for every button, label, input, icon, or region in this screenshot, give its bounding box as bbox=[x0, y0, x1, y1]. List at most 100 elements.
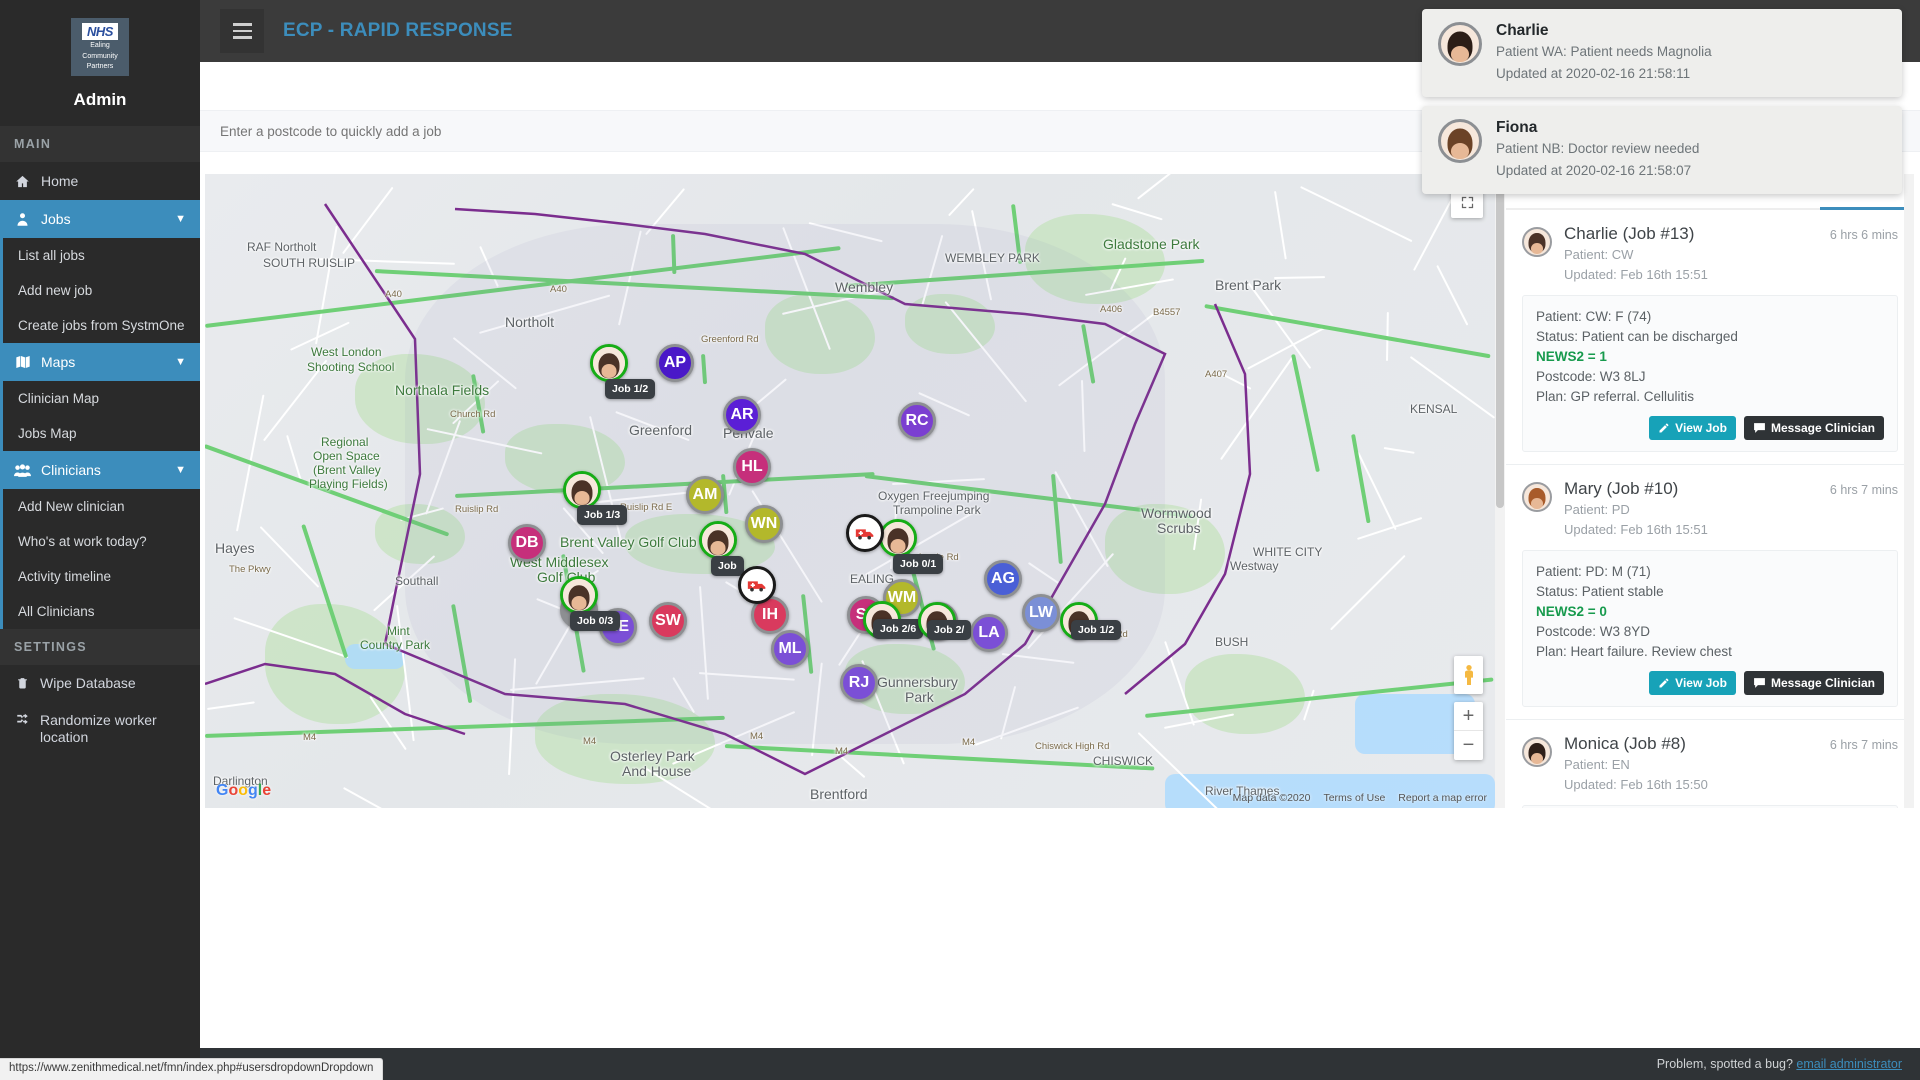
sidebar-item-list-all-jobs[interactable]: List all jobs bbox=[3, 238, 200, 273]
map-zoom-in-button[interactable]: + bbox=[1454, 702, 1483, 731]
map-clinician-marker[interactable]: RC bbox=[898, 402, 936, 440]
map-clinician-marker[interactable]: AR bbox=[723, 396, 761, 434]
sidebar-item-wipe-database[interactable]: Wipe Database bbox=[0, 665, 200, 702]
view-job-button[interactable]: View Job bbox=[1649, 671, 1736, 695]
sidebar-item-create-jobs-systmone[interactable]: Create jobs from SystmOne bbox=[3, 308, 200, 343]
clinician-avatar bbox=[1522, 737, 1552, 767]
map-label: Gladstone Park bbox=[1103, 236, 1200, 252]
map-label: Brentford bbox=[810, 786, 868, 802]
map-job-count-tag[interactable]: Job 2/6 bbox=[873, 619, 924, 639]
sidebar-section-settings: SETTINGS bbox=[0, 629, 200, 665]
sidebar-item-randomize-worker-location[interactable]: Randomize worker location bbox=[0, 702, 200, 756]
job-card[interactable]: Monica (Job #8) Patient: EN Updated: Feb… bbox=[1506, 720, 1914, 808]
map-zoom-out-button[interactable]: − bbox=[1454, 731, 1483, 760]
sidebar-item-jobs-map[interactable]: Jobs Map bbox=[3, 416, 200, 451]
sidebar-item-label: Wipe Database bbox=[40, 675, 136, 691]
sidebar-item-whos-at-work-today[interactable]: Who's at work today? bbox=[3, 524, 200, 559]
map-clinician-photo-marker[interactable] bbox=[699, 521, 737, 559]
map-label: Northolt bbox=[505, 314, 555, 330]
map-clinician-photo-marker[interactable] bbox=[560, 576, 598, 614]
map-clinician-marker[interactable]: LW bbox=[1022, 594, 1060, 632]
avatar bbox=[593, 347, 625, 379]
map-job-count-tag[interactable]: Job 2/ bbox=[927, 620, 972, 640]
map-label: Playing Fields) bbox=[309, 477, 388, 491]
map-job-count-tag[interactable]: Job 1/2 bbox=[1071, 620, 1122, 640]
map-clinician-marker[interactable]: AP bbox=[656, 344, 694, 382]
avatar bbox=[882, 522, 914, 554]
map-ambulance-marker[interactable] bbox=[738, 566, 776, 604]
job-detail-postcode: Postcode: W3 8YD bbox=[1536, 624, 1651, 639]
map-clinician-photo-marker[interactable] bbox=[879, 519, 917, 557]
jobs-panel-scrollbar[interactable] bbox=[1904, 174, 1914, 808]
jobs-panel-active-tab-indicator[interactable] bbox=[1820, 207, 1904, 210]
terms-of-use-link[interactable]: Terms of Use bbox=[1323, 792, 1385, 804]
sidebar-toggle-button[interactable] bbox=[220, 9, 264, 53]
map-ambulance-marker[interactable] bbox=[846, 514, 884, 552]
map-label: Regional bbox=[321, 435, 369, 449]
sidebar-item-label: Randomize worker location bbox=[40, 712, 157, 745]
map-scrollbar-thumb[interactable] bbox=[1496, 178, 1504, 508]
map-scrollbar[interactable] bbox=[1495, 174, 1505, 808]
job-detail-status: Status: Patient can be discharged bbox=[1536, 329, 1738, 344]
report-map-error-link[interactable]: Report a map error bbox=[1398, 792, 1487, 804]
map-label: West London bbox=[311, 345, 382, 359]
chevron-down-icon: ▼ bbox=[175, 213, 186, 225]
map-clinician-photo-marker[interactable] bbox=[563, 471, 601, 509]
map-clinician-marker[interactable]: ML bbox=[771, 630, 809, 668]
sidebar-item-add-new-job[interactable]: Add new job bbox=[3, 273, 200, 308]
map-label: Country Park bbox=[360, 638, 431, 652]
notification-avatar bbox=[1438, 119, 1482, 163]
map-clinician-marker[interactable]: RJ bbox=[840, 664, 878, 702]
sidebar-item-maps[interactable]: Maps ▼ bbox=[0, 343, 200, 381]
job-card-actions: View Job Message Clinician bbox=[1536, 416, 1884, 440]
job-updated: Updated: Feb 16th 15:51 bbox=[1564, 522, 1708, 537]
burger-line bbox=[232, 29, 252, 33]
home-icon bbox=[14, 174, 31, 189]
map-clinician-photo-marker[interactable] bbox=[590, 344, 628, 382]
map-label: A406 bbox=[1100, 304, 1123, 315]
sidebar-item-activity-timeline[interactable]: Activity timeline bbox=[3, 559, 200, 594]
job-title: Monica (Job #8) bbox=[1564, 734, 1686, 753]
edit-icon bbox=[1659, 423, 1669, 433]
map-clinician-marker[interactable]: HL bbox=[733, 448, 771, 486]
map-clinician-marker[interactable]: DB bbox=[508, 524, 546, 562]
sidebar-item-add-new-clinician[interactable]: Add New clinician bbox=[3, 489, 200, 524]
map-label: A40 bbox=[385, 289, 402, 300]
sidebar-item-clinician-map[interactable]: Clinician Map bbox=[3, 381, 200, 416]
jobs-map[interactable]: RAF Northolt SOUTH RUISLIP Northolt Northal… bbox=[205, 174, 1495, 808]
map-zoom-controls[interactable]: + − bbox=[1454, 702, 1483, 760]
sidebar-item-clinicians[interactable]: Clinicians ▼ bbox=[0, 451, 200, 489]
street-view-pegman[interactable] bbox=[1454, 656, 1483, 694]
job-patient-initials: Patient: PD bbox=[1564, 502, 1630, 517]
message-clinician-button[interactable]: Message Clinician bbox=[1743, 671, 1884, 695]
sidebar-item-jobs[interactable]: Jobs ▼ bbox=[0, 200, 200, 238]
notification-item[interactable]: Fiona Patient NB: Doctor review needed U… bbox=[1422, 106, 1902, 194]
map-clinician-marker[interactable]: AM bbox=[686, 476, 724, 514]
map-clinician-marker[interactable]: LA bbox=[970, 614, 1008, 652]
sidebar-item-all-clinicians[interactable]: All Clinicians bbox=[3, 594, 200, 629]
map-clinician-marker[interactable]: AG bbox=[984, 560, 1022, 598]
job-card[interactable]: Mary (Job #10) Patient: PD Updated: Feb … bbox=[1506, 465, 1914, 720]
map-clinician-marker[interactable]: SW bbox=[649, 602, 687, 640]
map-label: Park bbox=[905, 689, 934, 705]
map-job-count-tag[interactable]: Job 0/3 bbox=[570, 611, 621, 631]
notification-item[interactable]: Charlie Patient WA: Patient needs Magnol… bbox=[1422, 9, 1902, 97]
map-attribution: Map data ©2020 Terms of Use Report a map… bbox=[1233, 792, 1487, 804]
view-job-button[interactable]: View Job bbox=[1649, 416, 1736, 440]
postcode-input[interactable] bbox=[220, 123, 820, 139]
message-clinician-button[interactable]: Message Clinician bbox=[1743, 416, 1884, 440]
map-label: Scrubs bbox=[1157, 520, 1201, 536]
sidebar-item-home[interactable]: Home bbox=[0, 162, 200, 200]
map-clinician-marker[interactable]: WN bbox=[745, 505, 783, 543]
map-label: Westway bbox=[1230, 559, 1279, 573]
job-detail-box: Patient: EN: M (55)Status: Patient needs… bbox=[1522, 805, 1898, 808]
message-clinician-label: Message Clinician bbox=[1770, 421, 1875, 435]
map-job-count-tag[interactable]: Job 1/3 bbox=[577, 505, 628, 525]
job-card[interactable]: Charlie (Job #13) Patient: CW Updated: F… bbox=[1506, 210, 1914, 465]
email-administrator-link[interactable]: email administrator bbox=[1796, 1057, 1902, 1071]
map-job-count-tag[interactable]: Job 0/1 bbox=[893, 554, 944, 574]
map-job-count-tag[interactable]: Job 1/2 bbox=[605, 379, 656, 399]
map-job-count-tag[interactable]: Job bbox=[711, 556, 744, 576]
sidebar: NHS Ealing Community Partners Admin MAIN… bbox=[0, 0, 200, 1080]
notifications-dropdown: Charlie Patient WA: Patient needs Magnol… bbox=[1422, 9, 1902, 203]
